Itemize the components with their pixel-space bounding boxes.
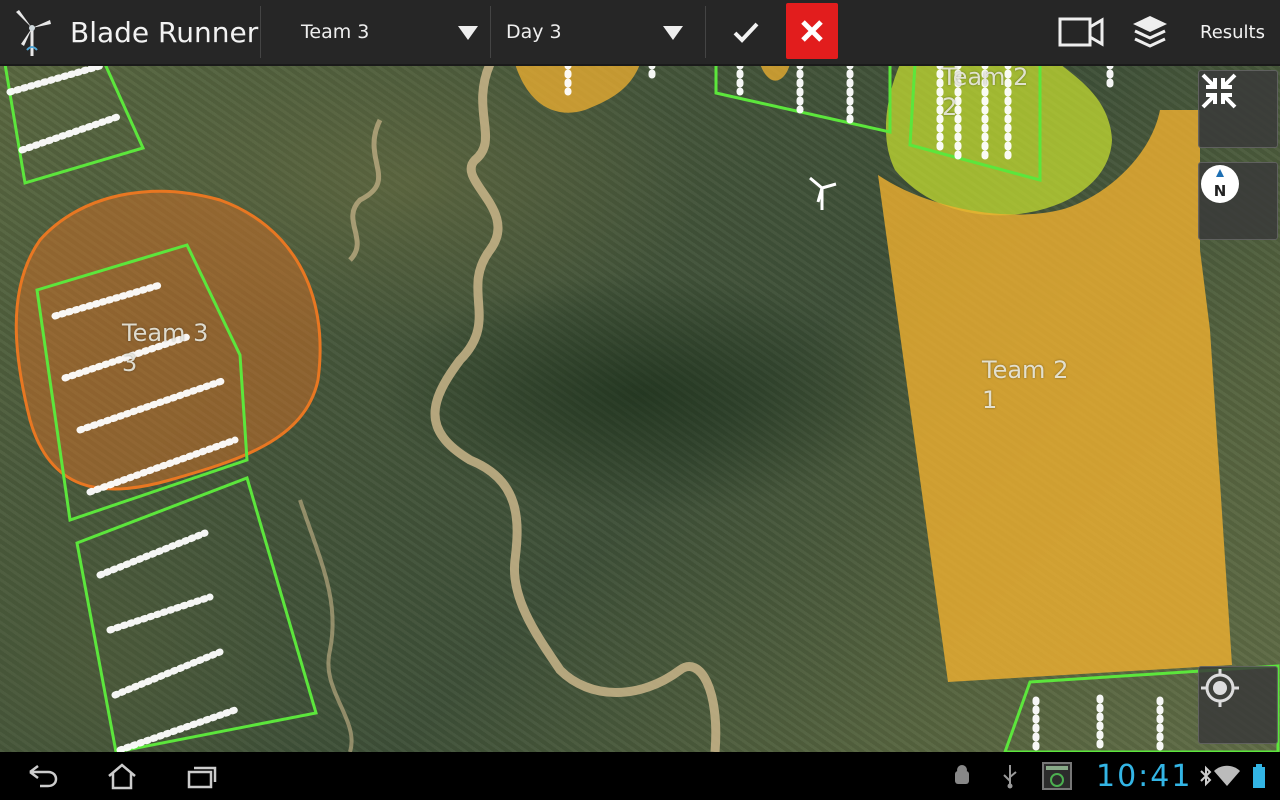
android-debug-icon — [948, 752, 976, 800]
recent-apps-button[interactable] — [180, 752, 224, 800]
gps-locate-icon — [1201, 669, 1239, 707]
video-camera-icon — [1058, 17, 1104, 47]
zone-label-team: Team 2 — [942, 64, 1029, 91]
zone-label-team: Team 3 — [122, 319, 209, 347]
video-camera-button[interactable] — [1056, 0, 1106, 64]
cancel-button[interactable] — [786, 3, 838, 59]
zone-yellow-top[interactable] — [515, 64, 640, 113]
checkmark-icon — [733, 22, 759, 43]
satellite-map[interactable]: Team 3 3 Team 2 1 Team 2 2 N — [0, 64, 1280, 752]
trail — [348, 118, 383, 262]
layers-button[interactable] — [1128, 0, 1172, 64]
app-title: Blade Runner — [70, 15, 259, 49]
layers-icon — [1133, 16, 1167, 48]
chevron-down-icon — [663, 26, 683, 40]
turbine-row — [6, 64, 104, 96]
day-spinner[interactable]: Day 3 — [491, 0, 705, 64]
action-bar: Blade Runner Team 3 Day 3 Results — [0, 0, 1280, 66]
turbine-row — [96, 529, 209, 579]
turbine-row — [116, 706, 239, 752]
zone-label-number: 2 — [942, 93, 958, 121]
usb-icon — [996, 752, 1024, 800]
zone-label-team: Team 2 — [982, 356, 1069, 384]
zone-label: Team 3 3 — [122, 318, 208, 378]
zone-label-number: 1 — [982, 386, 998, 414]
results-button[interactable]: Results — [1200, 0, 1265, 64]
chevron-down-icon — [458, 26, 478, 40]
my-location-button[interactable] — [1198, 666, 1278, 744]
collapse-arrows-icon — [1201, 73, 1237, 109]
recent-apps-icon — [187, 766, 217, 789]
turbine-row — [18, 112, 124, 154]
zone-label-number: 3 — [122, 349, 138, 377]
home-button[interactable] — [100, 752, 144, 800]
wifi-icon — [1212, 752, 1242, 800]
zone-yellow-small[interactable] — [760, 64, 790, 81]
turbine-row — [106, 593, 214, 634]
wind-turbine-icon[interactable] — [809, 176, 837, 210]
confirm-button[interactable] — [706, 0, 786, 64]
map-overlay — [3, 64, 1280, 752]
sync-notification-icon — [1040, 752, 1074, 800]
battery-icon — [1246, 752, 1272, 800]
turbine-row — [111, 648, 224, 699]
team-spinner-value: Team 3 — [301, 21, 370, 43]
compass-button[interactable]: N — [1198, 162, 1278, 240]
trail — [430, 64, 721, 752]
wind-turbine-logo-icon[interactable] — [10, 0, 54, 64]
turbine-area[interactable] — [3, 64, 146, 185]
team-spinner[interactable]: Team 3 — [261, 0, 490, 64]
day-spinner-value: Day 3 — [506, 21, 562, 43]
zone-label: Team 2 1 — [982, 355, 1068, 415]
turbine-area[interactable] — [75, 476, 318, 752]
zone-label: Team 2 2 — [942, 64, 1028, 122]
collapse-fullscreen-button[interactable] — [1198, 70, 1278, 148]
compass-north-icon: N — [1201, 165, 1239, 203]
svg-text:N: N — [1214, 182, 1227, 200]
home-icon — [108, 763, 136, 790]
close-icon — [801, 20, 823, 42]
system-navigation-bar: 10:41 — [0, 752, 1280, 800]
back-button[interactable] — [20, 752, 64, 800]
status-clock: 10:41 — [1096, 758, 1193, 794]
back-arrow-icon — [29, 765, 58, 788]
